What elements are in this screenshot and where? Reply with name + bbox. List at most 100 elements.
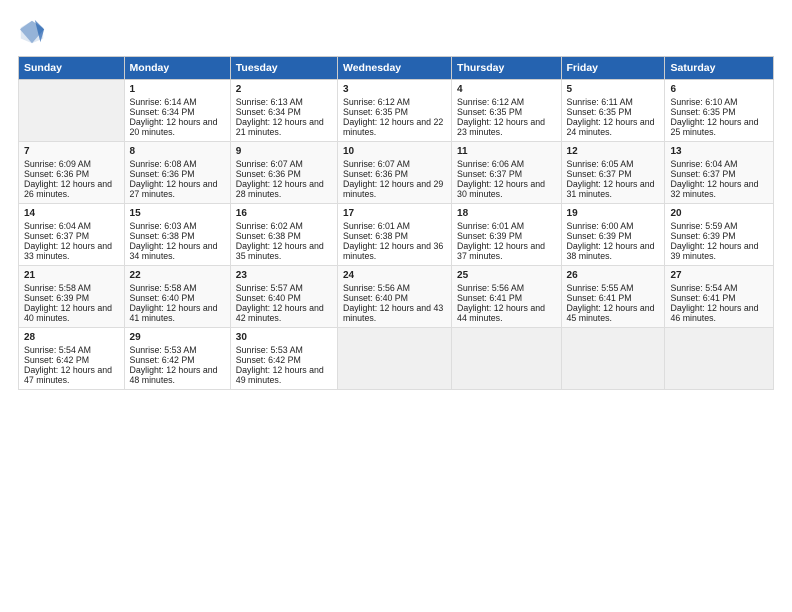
sunrise-text: Sunrise: 5:55 AM bbox=[567, 283, 660, 293]
sunset-text: Sunset: 6:39 PM bbox=[670, 231, 768, 241]
sunset-text: Sunset: 6:41 PM bbox=[567, 293, 660, 303]
sunrise-text: Sunrise: 6:00 AM bbox=[567, 221, 660, 231]
day-number: 20 bbox=[670, 208, 768, 219]
daylight-text: Daylight: 12 hours and 42 minutes. bbox=[236, 303, 332, 323]
col-header-thursday: Thursday bbox=[452, 57, 561, 80]
sunrise-text: Sunrise: 6:13 AM bbox=[236, 97, 332, 107]
sunset-text: Sunset: 6:41 PM bbox=[457, 293, 555, 303]
calendar-cell: 20 Sunrise: 5:59 AMSunset: 6:39 PMDayligh… bbox=[665, 204, 774, 266]
sunset-text: Sunset: 6:35 PM bbox=[670, 107, 768, 117]
day-number: 19 bbox=[567, 208, 660, 219]
col-header-tuesday: Tuesday bbox=[230, 57, 337, 80]
calendar-cell bbox=[665, 328, 774, 390]
sunset-text: Sunset: 6:36 PM bbox=[24, 169, 119, 179]
daylight-text: Daylight: 12 hours and 49 minutes. bbox=[236, 365, 332, 385]
col-header-friday: Friday bbox=[561, 57, 665, 80]
sunrise-text: Sunrise: 6:11 AM bbox=[567, 97, 660, 107]
daylight-text: Daylight: 12 hours and 43 minutes. bbox=[343, 303, 446, 323]
daylight-text: Daylight: 12 hours and 41 minutes. bbox=[130, 303, 225, 323]
calendar-cell: 28Sunrise: 5:54 AMSunset: 6:42 PMDayligh… bbox=[19, 328, 125, 390]
day-number: 30 bbox=[236, 332, 332, 343]
sunset-text: Sunset: 6:37 PM bbox=[457, 169, 555, 179]
daylight-text: Daylight: 12 hours and 20 minutes. bbox=[130, 117, 225, 137]
col-header-wednesday: Wednesday bbox=[337, 57, 451, 80]
sunrise-text: Sunrise: 5:58 AM bbox=[130, 283, 225, 293]
daylight-text: Daylight: 12 hours and 45 minutes. bbox=[567, 303, 660, 323]
calendar-cell: 23Sunrise: 5:57 AMSunset: 6:40 PMDayligh… bbox=[230, 266, 337, 328]
sunset-text: Sunset: 6:42 PM bbox=[236, 355, 332, 365]
calendar-cell: 27Sunrise: 5:54 AMSunset: 6:41 PMDayligh… bbox=[665, 266, 774, 328]
sunrise-text: Sunrise: 6:10 AM bbox=[670, 97, 768, 107]
daylight-text: Daylight: 12 hours and 40 minutes. bbox=[24, 303, 119, 323]
calendar-cell: 18 Sunrise: 6:01 AMSunset: 6:39 PMDayligh… bbox=[452, 204, 561, 266]
calendar-cell: 10Sunrise: 6:07 AMSunset: 6:36 PMDayligh… bbox=[337, 142, 451, 204]
sunrise-text: Sunrise: 6:04 AM bbox=[24, 221, 119, 231]
header bbox=[18, 18, 774, 46]
sunrise-text: Sunrise: 5:53 AM bbox=[236, 345, 332, 355]
week-row-2: 7Sunrise: 6:09 AMSunset: 6:36 PMDaylight… bbox=[19, 142, 774, 204]
day-number: 28 bbox=[24, 332, 119, 343]
daylight-text: Daylight: 12 hours and 34 minutes. bbox=[130, 241, 225, 261]
daylight-text: Daylight: 12 hours and 25 minutes. bbox=[670, 117, 768, 137]
calendar-cell: 22Sunrise: 5:58 AMSunset: 6:40 PMDayligh… bbox=[124, 266, 230, 328]
sunrise-text: Sunrise: 5:57 AM bbox=[236, 283, 332, 293]
day-number: 15 bbox=[130, 208, 225, 219]
sunrise-text: Sunrise: 6:01 AM bbox=[457, 221, 555, 231]
calendar-cell: 4Sunrise: 6:12 AMSunset: 6:35 PMDaylight… bbox=[452, 80, 561, 142]
daylight-text: Daylight: 12 hours and 35 minutes. bbox=[236, 241, 332, 261]
day-number: 4 bbox=[457, 84, 555, 95]
sunset-text: Sunset: 6:37 PM bbox=[670, 169, 768, 179]
daylight-text: Daylight: 12 hours and 39 minutes. bbox=[670, 241, 768, 261]
calendar-cell: 7Sunrise: 6:09 AMSunset: 6:36 PMDaylight… bbox=[19, 142, 125, 204]
day-number: 1 bbox=[130, 84, 225, 95]
daylight-text: Daylight: 12 hours and 38 minutes. bbox=[567, 241, 660, 261]
sunset-text: Sunset: 6:39 PM bbox=[567, 231, 660, 241]
week-row-5: 28Sunrise: 5:54 AMSunset: 6:42 PMDayligh… bbox=[19, 328, 774, 390]
day-number: 6 bbox=[670, 84, 768, 95]
sunrise-text: Sunrise: 5:56 AM bbox=[457, 283, 555, 293]
col-header-saturday: Saturday bbox=[665, 57, 774, 80]
sunrise-text: Sunrise: 6:02 AM bbox=[236, 221, 332, 231]
sunrise-text: Sunrise: 5:56 AM bbox=[343, 283, 446, 293]
daylight-text: Daylight: 12 hours and 22 minutes. bbox=[343, 117, 446, 137]
day-number: 27 bbox=[670, 270, 768, 281]
calendar-cell: 5Sunrise: 6:11 AMSunset: 6:35 PMDaylight… bbox=[561, 80, 665, 142]
sunset-text: Sunset: 6:39 PM bbox=[457, 231, 555, 241]
calendar-cell bbox=[561, 328, 665, 390]
sunrise-text: Sunrise: 5:59 AM bbox=[670, 221, 768, 231]
sunset-text: Sunset: 6:39 PM bbox=[24, 293, 119, 303]
daylight-text: Daylight: 12 hours and 37 minutes. bbox=[457, 241, 555, 261]
calendar-cell: 26Sunrise: 5:55 AMSunset: 6:41 PMDayligh… bbox=[561, 266, 665, 328]
sunrise-text: Sunrise: 6:01 AM bbox=[343, 221, 446, 231]
sunrise-text: Sunrise: 6:07 AM bbox=[343, 159, 446, 169]
calendar-cell: 2Sunrise: 6:13 AMSunset: 6:34 PMDaylight… bbox=[230, 80, 337, 142]
sunrise-text: Sunrise: 6:03 AM bbox=[130, 221, 225, 231]
sunrise-text: Sunrise: 5:54 AM bbox=[670, 283, 768, 293]
day-number: 18 bbox=[457, 208, 555, 219]
sunset-text: Sunset: 6:38 PM bbox=[130, 231, 225, 241]
calendar-cell bbox=[452, 328, 561, 390]
sunset-text: Sunset: 6:36 PM bbox=[130, 169, 225, 179]
calendar-cell: 17Sunrise: 6:01 AMSunset: 6:38 PMDayligh… bbox=[337, 204, 451, 266]
calendar-cell: 6 Sunrise: 6:10 AMSunset: 6:35 PMDaylight… bbox=[665, 80, 774, 142]
calendar-cell: 25Sunrise: 5:56 AMSunset: 6:41 PMDayligh… bbox=[452, 266, 561, 328]
daylight-text: Daylight: 12 hours and 29 minutes. bbox=[343, 179, 446, 199]
logo-icon bbox=[18, 18, 46, 46]
daylight-text: Daylight: 12 hours and 24 minutes. bbox=[567, 117, 660, 137]
week-row-4: 21Sunrise: 5:58 AMSunset: 6:39 PMDayligh… bbox=[19, 266, 774, 328]
sunrise-text: Sunrise: 6:12 AM bbox=[343, 97, 446, 107]
sunrise-text: Sunrise: 6:06 AM bbox=[457, 159, 555, 169]
week-row-3: 14Sunrise: 6:04 AMSunset: 6:37 PMDayligh… bbox=[19, 204, 774, 266]
daylight-text: Daylight: 12 hours and 27 minutes. bbox=[130, 179, 225, 199]
sunrise-text: Sunrise: 5:53 AM bbox=[130, 345, 225, 355]
logo bbox=[18, 18, 50, 46]
sunset-text: Sunset: 6:35 PM bbox=[567, 107, 660, 117]
day-number: 9 bbox=[236, 146, 332, 157]
sunset-text: Sunset: 6:38 PM bbox=[236, 231, 332, 241]
calendar-cell: 24Sunrise: 5:56 AMSunset: 6:40 PMDayligh… bbox=[337, 266, 451, 328]
sunrise-text: Sunrise: 6:09 AM bbox=[24, 159, 119, 169]
header-row: SundayMondayTuesdayWednesdayThursdayFrid… bbox=[19, 57, 774, 80]
daylight-text: Daylight: 12 hours and 48 minutes. bbox=[130, 365, 225, 385]
calendar-cell bbox=[19, 80, 125, 142]
sunset-text: Sunset: 6:37 PM bbox=[24, 231, 119, 241]
